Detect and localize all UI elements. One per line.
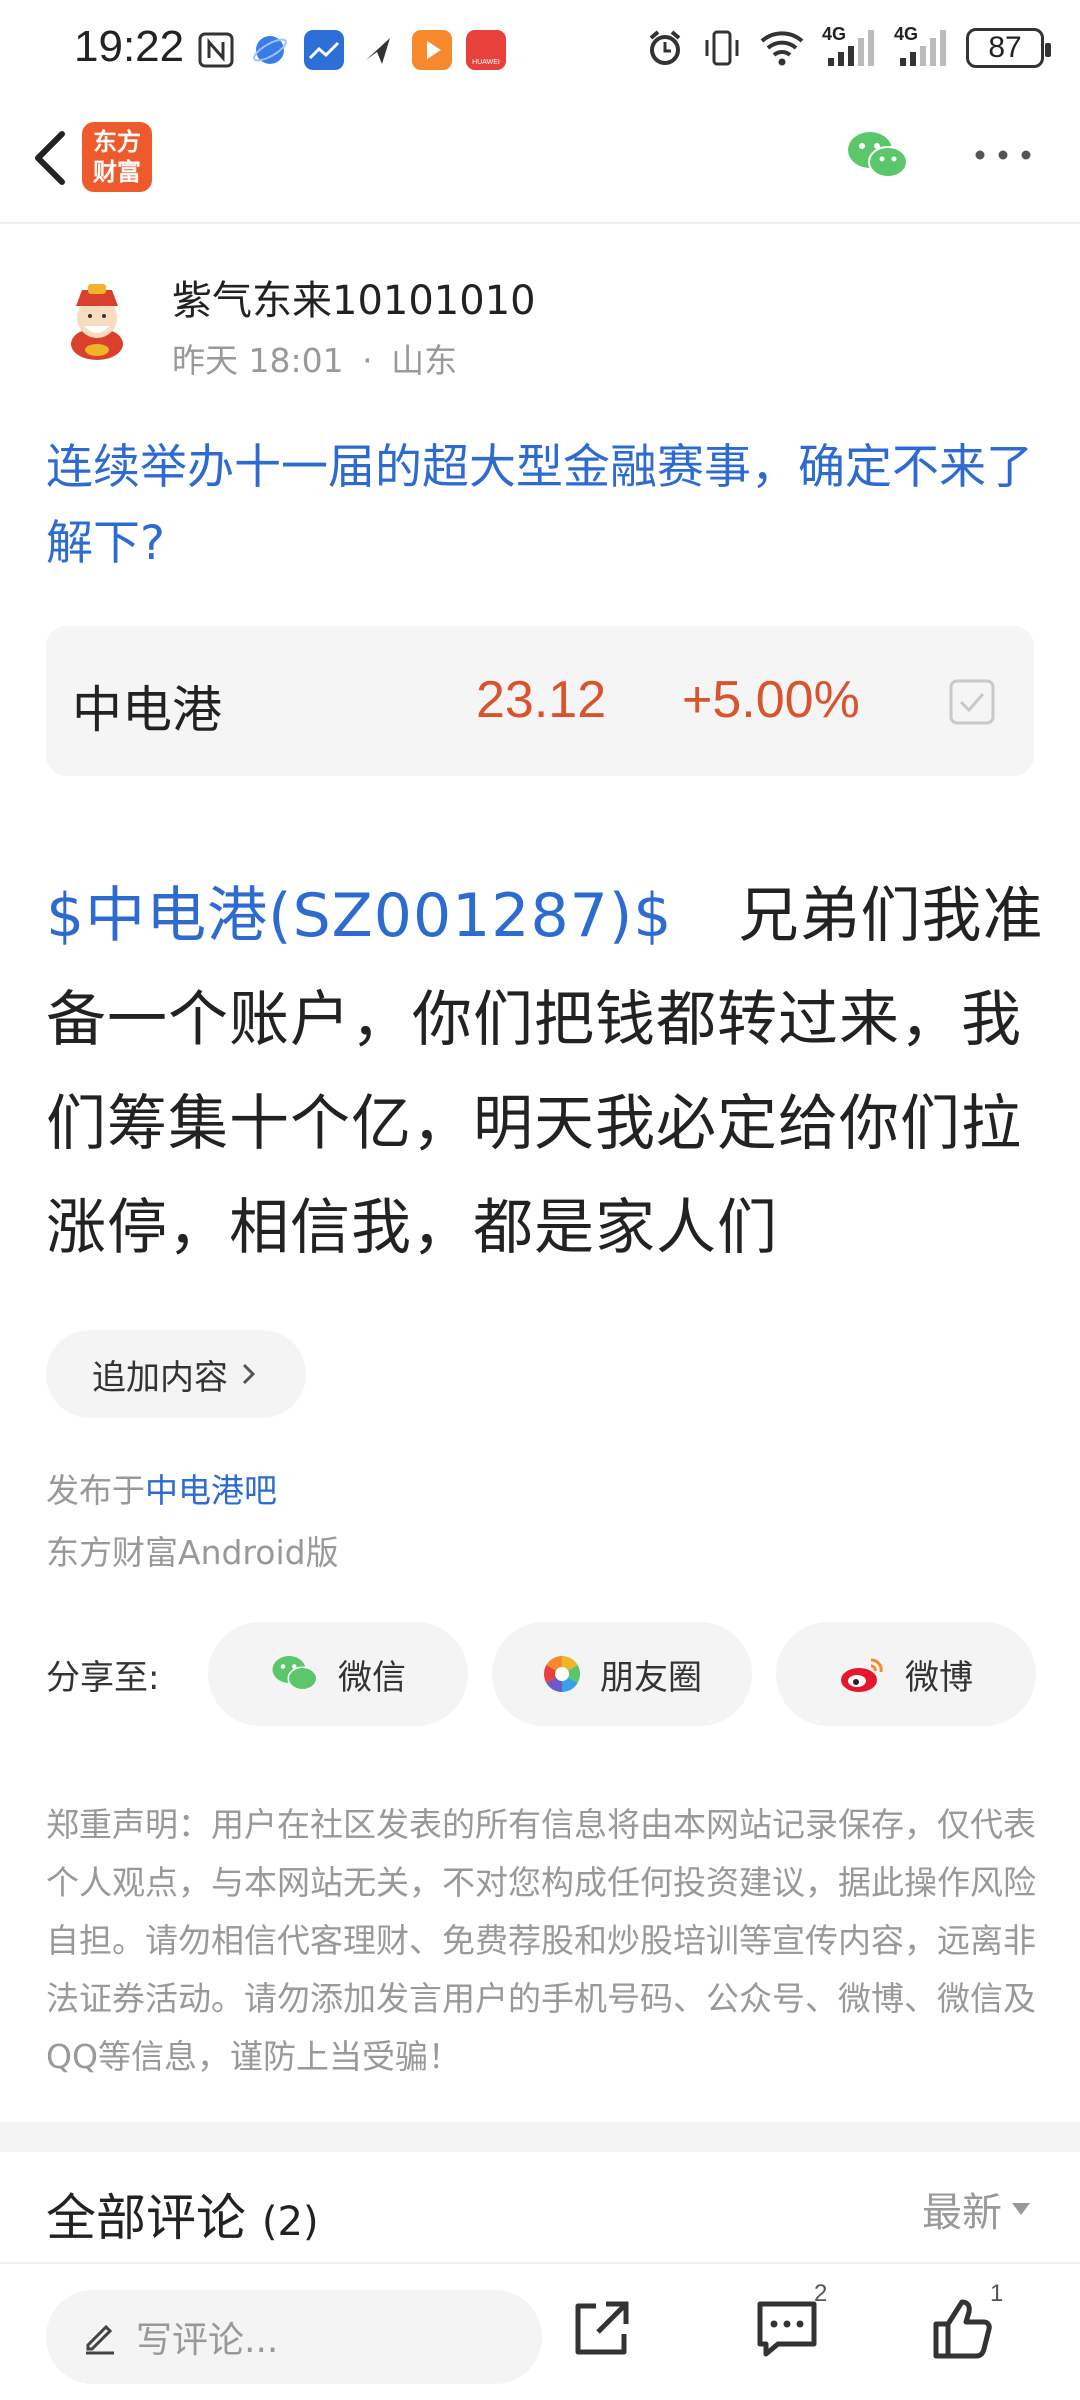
browser-icon	[253, 36, 287, 64]
like-count-badge: 1	[990, 2280, 1004, 2307]
status-time: 19:22	[74, 22, 185, 71]
back-arrow-icon[interactable]	[22, 124, 82, 192]
post-location: 山东	[391, 341, 458, 380]
comments-count: (2)	[261, 2199, 319, 2245]
app-logo[interactable]: 东方 财富	[82, 122, 152, 192]
post-body: $中电港(SZ001287)$ 兄弟们我准备一个账户，你们把钱都转过来，我们筹集…	[46, 864, 1046, 1280]
post-time: 昨天 18:01	[172, 341, 344, 380]
share-weibo-button[interactable]: 微博	[776, 1622, 1036, 1726]
comments-title: 全部评论 (2)	[46, 2189, 319, 2247]
add-watchlist-check-icon[interactable]	[948, 678, 996, 726]
author-avatar[interactable]	[54, 276, 140, 362]
stock-tag-link[interactable]: $中电港(SZ001287)$	[46, 881, 672, 951]
post-platform: 东方财富Android版	[46, 1533, 339, 1572]
signal-2-icon: 4G	[894, 24, 948, 68]
wechat-share-icon[interactable]	[846, 128, 910, 184]
like-thumb-icon[interactable]	[928, 2294, 998, 2364]
append-content-button[interactable]: 追加内容	[46, 1330, 306, 1418]
bottom-action-bar: 写评论... 2 1	[0, 2262, 1080, 2400]
share-button-icon[interactable]	[566, 2294, 636, 2364]
published-in: 发布于中电港吧	[46, 1471, 277, 1510]
status-bar: 19:22 HUAWEI 4G 4G 87	[0, 0, 1080, 100]
battery-indicator: 87	[966, 28, 1051, 68]
post-meta: 昨天 18:01 · 山东	[172, 334, 457, 382]
weibo-icon	[841, 1658, 883, 1692]
alarm-icon	[649, 30, 681, 65]
stock-name: 中电港	[72, 681, 222, 739]
send-app-icon	[366, 38, 390, 64]
huawei-app-icon: HUAWEI	[466, 30, 506, 70]
comments-icon[interactable]	[752, 2294, 822, 2364]
stock-quote-card[interactable]: 中电港 23.12 +5.00%	[46, 626, 1034, 776]
comment-sort-dropdown[interactable]: 最新	[922, 2180, 1030, 2238]
section-divider	[0, 2122, 1080, 2152]
disclaimer-text: 郑重声明：用户在社区发表的所有信息将由本网站记录保存，仅代表个人观点，与本网站无…	[46, 1805, 1036, 2076]
status-indicators: 4G 4G 87	[646, 24, 1051, 68]
video-app-icon	[412, 30, 452, 70]
chevron-right-icon	[242, 1363, 256, 1385]
more-options-icon[interactable]	[972, 140, 1034, 170]
stock-change: +5.00%	[682, 671, 860, 729]
comment-count-badge: 2	[814, 2280, 828, 2307]
share-moments-button[interactable]: 朋友圈	[492, 1622, 752, 1726]
stock-app-icon	[304, 30, 344, 70]
signal-1-icon: 4G	[822, 24, 876, 68]
status-app-icons: HUAWEI	[196, 30, 506, 70]
wechat-icon	[272, 1656, 318, 1691]
author-name[interactable]: 紫气东来10101010	[172, 268, 536, 326]
stock-bar-link[interactable]: 中电港吧	[145, 1471, 277, 1510]
nfc-icon	[198, 32, 234, 68]
pencil-icon	[86, 2324, 114, 2355]
promo-title-link[interactable]: 连续举办十一届的超大型金融赛事，确定不来了解下?	[46, 430, 1036, 582]
stock-price: 23.12	[476, 671, 607, 729]
top-nav-bar: 东方 财富	[0, 100, 1080, 224]
dropdown-caret-icon	[1012, 2203, 1030, 2215]
meta-separator: ·	[362, 341, 373, 380]
share-wechat-button[interactable]: 微信	[208, 1622, 468, 1726]
comment-input[interactable]: 写评论...	[46, 2290, 542, 2384]
share-label: 分享至:	[46, 1658, 160, 1698]
moments-icon	[543, 1656, 581, 1692]
vibrate-icon	[705, 30, 739, 66]
wifi-icon	[760, 31, 804, 66]
append-content-label: 追加内容	[92, 1357, 228, 1398]
comment-input-placeholder: 写评论...	[136, 2320, 279, 2361]
